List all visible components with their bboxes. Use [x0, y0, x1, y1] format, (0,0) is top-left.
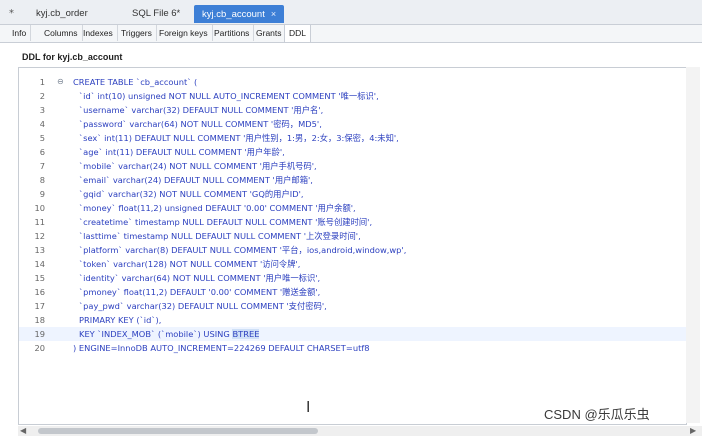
line-number: 14: [34, 259, 45, 269]
object-tab-bar: Info Columns Indexes Triggers Foreign ke…: [0, 25, 702, 43]
file-tab-label: kyj.cb_order: [36, 8, 88, 19]
close-icon[interactable]: ×: [271, 9, 276, 19]
scroll-left-icon[interactable]: ◀: [20, 426, 26, 436]
code-text: `money` float(11,2) unsigned DEFAULT '0.…: [79, 203, 356, 213]
code-text: ) ENGINE=InnoDB AUTO_INCREMENT=224269 DE…: [73, 343, 370, 353]
code-text: `pay_pwd` varchar(32) DEFAULT NULL COMME…: [79, 301, 327, 311]
tab-label: Triggers: [121, 28, 152, 38]
line-number: 13: [34, 245, 45, 255]
code-text: KEY `INDEX_MOB` (`mobile`) USING BTREE: [79, 327, 260, 341]
line-number: 9: [39, 189, 45, 199]
line-number: 5: [39, 133, 45, 143]
ddl-editor[interactable]: 1 ⊖ CREATE TABLE `cb_account` ( 2 `id` i…: [18, 67, 687, 425]
fold-icon[interactable]: ⊖: [57, 75, 64, 89]
line-number: 1: [39, 77, 45, 87]
code-text: `platform` varchar(8) DEFAULT NULL COMME…: [79, 245, 407, 255]
code-text: `username` varchar(32) DEFAULT NULL COMM…: [79, 105, 324, 115]
line-number: 20: [34, 343, 45, 353]
line-number: 12: [34, 231, 45, 241]
code-text: `mobile` varchar(24) NOT NULL COMMENT '用…: [79, 161, 317, 171]
line-number: 4: [39, 119, 45, 129]
tab-label: Columns: [44, 28, 78, 38]
code-line-current: 19 KEY `INDEX_MOB` (`mobile`) USING BTRE…: [19, 327, 686, 341]
file-tab-sql-file[interactable]: SQL File 6*: [124, 5, 188, 23]
watermark: CSDN @乐瓜乐虫: [544, 407, 650, 422]
pin-icon[interactable]: ⁎: [9, 5, 14, 16]
code-text: `identity` varchar(64) NOT NULL COMMENT …: [79, 273, 321, 283]
ddl-title: DDL for kyj.cb_account: [22, 52, 123, 62]
line-number: 3: [39, 105, 45, 115]
line-number: 11: [34, 217, 45, 227]
tab-label: Partitions: [214, 28, 250, 38]
line-number: 16: [34, 287, 45, 297]
line-number: 17: [34, 301, 45, 311]
vertical-scrollbar[interactable]: [686, 67, 700, 423]
tab-grants[interactable]: Grants: [252, 25, 287, 41]
file-tab-cb-account[interactable]: kyj.cb_account ×: [194, 5, 285, 23]
code-text: `token` varchar(128) NOT NULL COMMENT '访…: [79, 259, 301, 269]
code-text: `age` int(11) DEFAULT NULL COMMENT '用户年龄…: [79, 147, 285, 157]
code-text: `gqid` varchar(32) NOT NULL COMMENT 'GQ的…: [79, 189, 304, 199]
tab-partitions[interactable]: Partitions: [210, 25, 255, 41]
line-number: 19: [34, 329, 45, 339]
line-number: 2: [39, 91, 45, 101]
text-cursor-icon: I: [306, 398, 311, 416]
line-number: 7: [39, 161, 45, 171]
tab-foreign-keys[interactable]: Foreign keys: [155, 25, 213, 41]
tab-indexes[interactable]: Indexes: [79, 25, 118, 41]
tab-label: Foreign keys: [159, 28, 208, 38]
line-number: 18: [34, 315, 45, 325]
tab-columns[interactable]: Columns: [40, 25, 83, 41]
scroll-thumb[interactable]: [38, 428, 318, 434]
code-text: CREATE TABLE `cb_account` (: [73, 77, 198, 87]
line-number: 15: [34, 273, 45, 283]
tab-label: Indexes: [83, 28, 113, 38]
tab-label: DDL: [289, 28, 307, 38]
selected-text[interactable]: BTREE: [232, 329, 260, 339]
tab-label: Grants: [256, 28, 282, 38]
line-number: 8: [39, 175, 45, 185]
line-number: 10: [34, 203, 45, 213]
tab-info[interactable]: Info: [8, 25, 32, 41]
code-text-part: KEY `INDEX_MOB` (`mobile`) USING: [79, 329, 233, 339]
code-text: `pmoney` float(11,2) DEFAULT '0.00' COMM…: [79, 287, 321, 297]
code-text: `createtime` timestamp NULL DEFAULT NULL…: [79, 217, 373, 227]
file-tab-bar: ⁎ kyj.cb_order SQL File 6* kyj.cb_accoun…: [0, 0, 702, 25]
tab-label: Info: [12, 28, 27, 38]
code-text: `lasttime` timestamp NULL DEFAULT NULL C…: [79, 231, 361, 241]
file-tab-label: SQL File 6*: [132, 8, 181, 19]
code-text: PRIMARY KEY (`id`),: [79, 315, 162, 325]
file-tab-cb-order[interactable]: kyj.cb_order: [28, 5, 96, 23]
line-number: 6: [39, 147, 45, 157]
file-tab-label: kyj.cb_account: [202, 9, 265, 20]
code-text: `id` int(10) unsigned NOT NULL AUTO_INCR…: [79, 91, 379, 101]
code-text: `sex` int(11) DEFAULT NULL COMMENT '用户性别…: [79, 133, 399, 143]
tab-ddl[interactable]: DDL: [284, 25, 312, 42]
tab-triggers[interactable]: Triggers: [117, 25, 157, 41]
code-text: `password` varchar(64) NOT NULL COMMENT …: [79, 119, 322, 129]
code-text: `email` varchar(24) DEFAULT NULL COMMENT…: [79, 175, 313, 185]
horizontal-scrollbar[interactable]: ◀ ▶: [18, 426, 702, 436]
scroll-right-icon[interactable]: ▶: [690, 426, 696, 436]
